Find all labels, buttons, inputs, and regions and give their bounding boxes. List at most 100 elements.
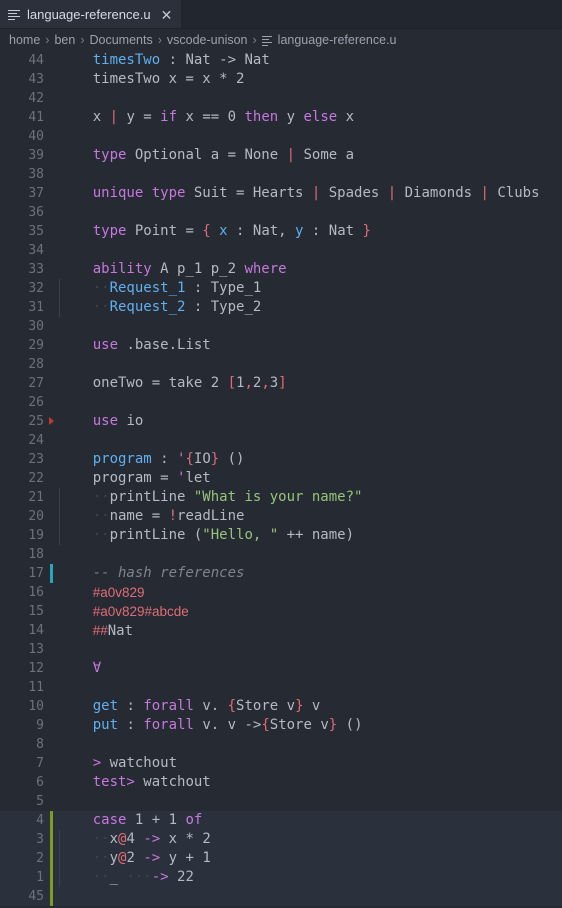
line-number[interactable]: 43: [0, 70, 44, 89]
token-plain: Store v: [269, 717, 329, 733]
editor-line[interactable]: 11: [0, 678, 562, 697]
editor-line[interactable]: 35 type Point = { x : Nat, y : Nat }: [0, 222, 562, 241]
breadcrumb-item-vscode-unison[interactable]: vscode-unison: [167, 33, 248, 47]
breadcrumb-item-documents[interactable]: Documents: [89, 33, 152, 47]
line-number[interactable]: 16: [0, 583, 44, 602]
line-number[interactable]: 35: [0, 222, 44, 241]
line-number[interactable]: 32: [0, 279, 44, 298]
editor-line[interactable]: 31 ··Request_2 : Type_2: [0, 298, 562, 317]
line-number[interactable]: 44: [0, 51, 44, 70]
line-number[interactable]: 23: [0, 450, 44, 469]
breadcrumb-item-home[interactable]: home: [9, 33, 40, 47]
editor-line[interactable]: 40: [0, 127, 562, 146]
editor-line[interactable]: 1 ··_ ···-> 22: [0, 868, 562, 887]
line-number[interactable]: 4: [0, 811, 44, 830]
line-number[interactable]: 20: [0, 507, 44, 526]
editor-line[interactable]: 27 oneTwo = take 2 [1,2,3]: [0, 374, 562, 393]
editor-line[interactable]: 34: [0, 241, 562, 260]
line-number[interactable]: 3: [0, 830, 44, 849]
line-number[interactable]: 13: [0, 640, 44, 659]
line-number[interactable]: 36: [0, 203, 44, 222]
editor-line[interactable]: 23 program : '{IO} (): [0, 450, 562, 469]
line-number[interactable]: 45: [0, 887, 44, 906]
line-number[interactable]: 26: [0, 393, 44, 412]
line-number[interactable]: 2: [0, 849, 44, 868]
line-number[interactable]: 39: [0, 146, 44, 165]
editor-line[interactable]: 15 #a0v829#abcde: [0, 602, 562, 621]
editor-line[interactable]: 9 put : forall v. v ->{Store v} (): [0, 716, 562, 735]
line-number[interactable]: 18: [0, 545, 44, 564]
editor-line[interactable]: 18: [0, 545, 562, 564]
editor-line[interactable]: 16 #a0v829: [0, 583, 562, 602]
close-icon[interactable]: ✕: [161, 8, 173, 22]
line-number[interactable]: 29: [0, 336, 44, 355]
line-number[interactable]: 6: [0, 773, 44, 792]
breadcrumb-item-ben[interactable]: ben: [54, 33, 75, 47]
line-number[interactable]: 34: [0, 241, 44, 260]
editor-line[interactable]: 8: [0, 735, 562, 754]
line-number[interactable]: 42: [0, 89, 44, 108]
editor-line[interactable]: 44 timesTwo : Nat -> Nat: [0, 51, 562, 70]
editor-line[interactable]: 36: [0, 203, 562, 222]
line-number[interactable]: 14: [0, 621, 44, 640]
line-number[interactable]: 41: [0, 108, 44, 127]
line-number[interactable]: 40: [0, 127, 44, 146]
code-editor[interactable]: 44 timesTwo : Nat -> Nat 43 timesTwo x = …: [0, 51, 562, 908]
line-number[interactable]: 30: [0, 317, 44, 336]
line-number[interactable]: 12: [0, 659, 44, 678]
editor-line[interactable]: 19 ··printLine ("Hello, " ++ name): [0, 526, 562, 545]
editor-line[interactable]: 13: [0, 640, 562, 659]
editor-line[interactable]: 20 ··name = !readLine: [0, 507, 562, 526]
line-number[interactable]: 15: [0, 602, 44, 621]
editor-line[interactable]: 12 ∀: [0, 659, 562, 678]
line-number[interactable]: 38: [0, 165, 44, 184]
editor-line[interactable]: 3 ··x@4 -> x * 2: [0, 830, 562, 849]
line-number[interactable]: 1: [0, 868, 44, 887]
line-number[interactable]: 33: [0, 260, 44, 279]
line-number[interactable]: 24: [0, 431, 44, 450]
line-number[interactable]: 37: [0, 184, 44, 203]
editor-line[interactable]: 24: [0, 431, 562, 450]
line-number[interactable]: 17: [0, 564, 44, 583]
editor-line[interactable]: 43 timesTwo x = x * 2: [0, 70, 562, 89]
editor-line[interactable]: 45: [0, 887, 562, 906]
editor-line[interactable]: 6 test> watchout: [0, 773, 562, 792]
editor-line[interactable]: 41 x | y = if x == 0 then y else x: [0, 108, 562, 127]
editor-line[interactable]: 33 ability A p_1 p_2 where: [0, 260, 562, 279]
editor-line[interactable]: 25 use io: [0, 412, 562, 431]
line-number[interactable]: 5: [0, 792, 44, 811]
editor-line[interactable]: 26: [0, 393, 562, 412]
editor-line[interactable]: 14 ##Nat: [0, 621, 562, 640]
line-number[interactable]: 31: [0, 298, 44, 317]
editor-line[interactable]: 7 > watchout: [0, 754, 562, 773]
editor-line[interactable]: 29 use .base.List: [0, 336, 562, 355]
editor-line[interactable]: 28: [0, 355, 562, 374]
editor-line[interactable]: 5: [0, 792, 562, 811]
editor-line[interactable]: 2 ··y@2 -> y + 1: [0, 849, 562, 868]
line-number[interactable]: 22: [0, 469, 44, 488]
editor-line[interactable]: 22 program = 'let: [0, 469, 562, 488]
line-number[interactable]: 19: [0, 526, 44, 545]
editor-line[interactable]: 39 type Optional a = None | Some a: [0, 146, 562, 165]
line-number[interactable]: 9: [0, 716, 44, 735]
line-number[interactable]: 8: [0, 735, 44, 754]
line-number[interactable]: 11: [0, 678, 44, 697]
line-number[interactable]: 25: [0, 412, 44, 431]
editor-line[interactable]: 38: [0, 165, 562, 184]
line-number[interactable]: 27: [0, 374, 44, 393]
editor-line[interactable]: 10 get : forall v. {Store v} v: [0, 697, 562, 716]
editor-line[interactable]: 30: [0, 317, 562, 336]
editor-line[interactable]: 21 ··printLine "What is your name?": [0, 488, 562, 507]
breadcrumb-item-file[interactable]: language-reference.u: [261, 33, 397, 47]
line-number[interactable]: 28: [0, 355, 44, 374]
editor-line[interactable]: 17 -- hash references: [0, 564, 562, 583]
line-number[interactable]: 7: [0, 754, 44, 773]
line-number[interactable]: 10: [0, 697, 44, 716]
editor-line[interactable]: 32 ··Request_1 : Type_1: [0, 279, 562, 298]
line-number[interactable]: 21: [0, 488, 44, 507]
editor-line[interactable]: 42: [0, 89, 562, 108]
fold-marker-icon[interactable]: [44, 412, 59, 431]
editor-line[interactable]: 4 case 1 + 1 of: [0, 811, 562, 830]
tab-language-reference[interactable]: language-reference.u ✕: [0, 0, 183, 28]
editor-line[interactable]: 37 unique type Suit = Hearts | Spades | …: [0, 184, 562, 203]
